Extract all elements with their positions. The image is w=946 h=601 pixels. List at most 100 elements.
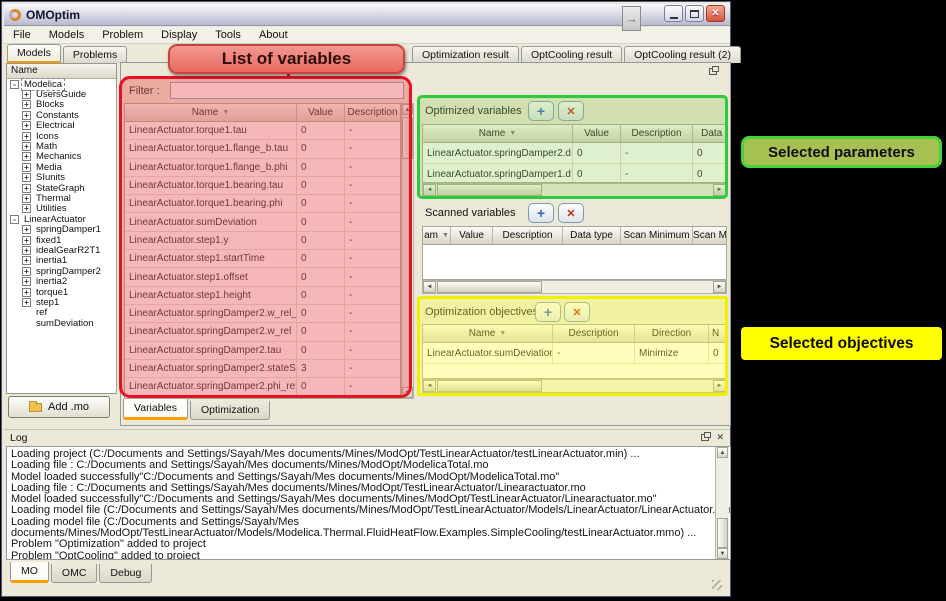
variable-row[interactable]: LinearActuator.torque1.flange_b.tau 0 - xyxy=(125,140,400,158)
objectives-hscrollbar[interactable]: ◄ ► xyxy=(422,379,727,393)
tree-item[interactable]: +fixed1 xyxy=(7,235,116,245)
tree-item[interactable]: +StateGraph xyxy=(7,183,116,193)
tree-item[interactable]: ref xyxy=(7,308,116,318)
scroll-right-icon[interactable]: ► xyxy=(713,380,726,392)
expand-icon[interactable]: + xyxy=(22,225,31,234)
scroll-down-icon[interactable]: ▼ xyxy=(402,387,413,398)
remove-optimized-variable-button[interactable]: ✕ xyxy=(558,101,584,121)
tree-item[interactable]: +UsersGuide xyxy=(7,89,116,99)
expand-icon[interactable]: + xyxy=(22,298,31,307)
add-scanned-variable-button[interactable]: + xyxy=(528,203,554,223)
tree-item[interactable]: +Thermal xyxy=(7,193,116,203)
scroll-up-icon[interactable]: ▲ xyxy=(402,104,413,115)
column-value[interactable]: Value xyxy=(573,125,621,142)
collapse-icon[interactable]: - xyxy=(10,80,19,89)
menu-models[interactable]: Models xyxy=(40,28,93,42)
column-name[interactable]: am▼ xyxy=(423,227,451,244)
variables-table[interactable]: Name▼ Value Description LinearActuator.t… xyxy=(124,103,401,399)
forward-arrow-button[interactable]: → xyxy=(622,6,641,31)
tree-item[interactable]: sumDeviation xyxy=(7,318,116,328)
expand-icon[interactable]: + xyxy=(22,173,31,182)
tab-optcooling-result[interactable]: OptCooling result xyxy=(521,46,622,63)
scroll-left-icon[interactable]: ◄ xyxy=(423,281,436,293)
float-panel-icon[interactable] xyxy=(709,68,717,75)
tree-item[interactable]: +torque1 xyxy=(7,287,116,297)
expand-icon[interactable]: + xyxy=(22,163,31,172)
menu-problem[interactable]: Problem xyxy=(93,28,152,42)
column-scan-maximum[interactable]: Scan Maximum xyxy=(693,227,727,244)
minimize-button[interactable] xyxy=(664,5,683,22)
tab-mo[interactable]: MO xyxy=(10,562,49,583)
filter-input[interactable] xyxy=(170,82,404,99)
variables-scrollbar[interactable]: ▲ ▼ xyxy=(401,103,414,399)
tree-item-linearactuator[interactable]: -LinearActuator xyxy=(7,214,116,224)
scrollbar-thumb[interactable] xyxy=(402,117,413,159)
tree-item[interactable]: +Math xyxy=(7,141,116,151)
variable-row[interactable]: LinearActuator.springDamper2.tau 0 - xyxy=(125,342,400,360)
tree-item[interactable]: +SIunits xyxy=(7,173,116,183)
remove-objective-button[interactable]: ✕ xyxy=(564,302,590,322)
column-description[interactable]: Description xyxy=(621,125,693,142)
scrollbar-thumb[interactable] xyxy=(437,380,542,392)
menu-display[interactable]: Display xyxy=(152,28,206,42)
variable-row[interactable]: LinearActuator.step1.y 0 - xyxy=(125,232,400,250)
tree-item[interactable]: +inertia2 xyxy=(7,276,116,286)
optimized-variable-row[interactable]: LinearActuator.springDamper1.d 0 - 0 xyxy=(423,164,726,183)
scroll-right-icon[interactable]: ► xyxy=(713,184,726,196)
column-data-type[interactable]: Data type xyxy=(563,227,621,244)
expand-icon[interactable]: + xyxy=(22,121,31,130)
expand-icon[interactable]: + xyxy=(22,246,31,255)
column-value[interactable]: Value xyxy=(297,104,345,121)
scroll-left-icon[interactable]: ◄ xyxy=(423,380,436,392)
column-description[interactable]: Description xyxy=(493,227,563,244)
tree-item[interactable]: +Media xyxy=(7,162,116,172)
expand-icon[interactable]: + xyxy=(22,256,31,265)
tree-item-modelica[interactable]: -Modelica xyxy=(7,79,116,89)
expand-icon[interactable]: + xyxy=(22,288,31,297)
scanned-variables-table[interactable]: am▼ Value Description Data type Scan Min… xyxy=(422,226,727,280)
tab-debug[interactable]: Debug xyxy=(99,564,152,583)
tab-problems[interactable]: Problems xyxy=(63,46,127,63)
objective-row[interactable]: LinearActuator.sumDeviation - Minimize 0 xyxy=(423,343,726,364)
expand-icon[interactable]: + xyxy=(22,267,31,276)
variable-row[interactable]: LinearActuator.springDamper2.w_rel_start… xyxy=(125,305,400,323)
column-name[interactable]: Name▼ xyxy=(423,325,553,342)
tree-item[interactable]: +Mechanics xyxy=(7,152,116,162)
tab-optimization[interactable]: Optimization xyxy=(190,401,270,420)
variable-row[interactable]: LinearActuator.step1.height 0 - xyxy=(125,287,400,305)
tree-item[interactable]: +step1 xyxy=(7,297,116,307)
column-description[interactable]: Description xyxy=(345,104,401,121)
menu-file[interactable]: File xyxy=(4,28,40,42)
expand-icon[interactable]: + xyxy=(22,90,31,99)
tree-item[interactable]: +Constants xyxy=(7,110,116,120)
scroll-right-icon[interactable]: ► xyxy=(713,281,726,293)
scrollbar-thumb[interactable] xyxy=(717,518,728,548)
tree-item[interactable]: +Icons xyxy=(7,131,116,141)
tree-item[interactable]: +springDamper1 xyxy=(7,224,116,234)
model-tree[interactable]: Name -Modelica +UsersGuide +Blocks +Cons… xyxy=(6,63,117,394)
column-scan-minimum[interactable]: Scan Minimum xyxy=(621,227,693,244)
add-mo-button[interactable]: Add .mo xyxy=(8,396,110,418)
expand-icon[interactable]: + xyxy=(22,277,31,286)
tree-item[interactable]: +idealGearR2T1 xyxy=(7,245,116,255)
tree-item[interactable]: +inertia1 xyxy=(7,256,116,266)
expand-icon[interactable]: + xyxy=(22,236,31,245)
variable-row[interactable]: LinearActuator.springDamper2.stateSelect… xyxy=(125,360,400,378)
scroll-left-icon[interactable]: ◄ xyxy=(423,184,436,196)
variable-row[interactable]: LinearActuator.step1.startTime 0 - xyxy=(125,250,400,268)
scrollbar-thumb[interactable] xyxy=(437,184,542,196)
optimization-objectives-table[interactable]: Name▼ Description Direction N LinearActu… xyxy=(422,324,727,379)
menu-about[interactable]: About xyxy=(250,28,297,42)
column-name[interactable]: Name▼ xyxy=(125,104,297,121)
menu-tools[interactable]: Tools xyxy=(206,28,250,42)
variable-row[interactable]: LinearActuator.torque1.bearing.phi 0 - xyxy=(125,195,400,213)
column-name[interactable]: Name▼ xyxy=(423,125,573,142)
column-n[interactable]: N xyxy=(709,325,727,342)
expand-icon[interactable]: + xyxy=(22,132,31,141)
optimized-variable-row[interactable]: LinearActuator.springDamper2.d 0 - 0 xyxy=(423,143,726,164)
expand-icon[interactable]: + xyxy=(22,111,31,120)
tree-item[interactable]: +Blocks xyxy=(7,100,116,110)
column-data-type[interactable]: Data type xyxy=(693,125,727,142)
optimized-variables-hscrollbar[interactable]: ◄ ► xyxy=(422,183,727,197)
resize-grip[interactable] xyxy=(712,580,722,590)
